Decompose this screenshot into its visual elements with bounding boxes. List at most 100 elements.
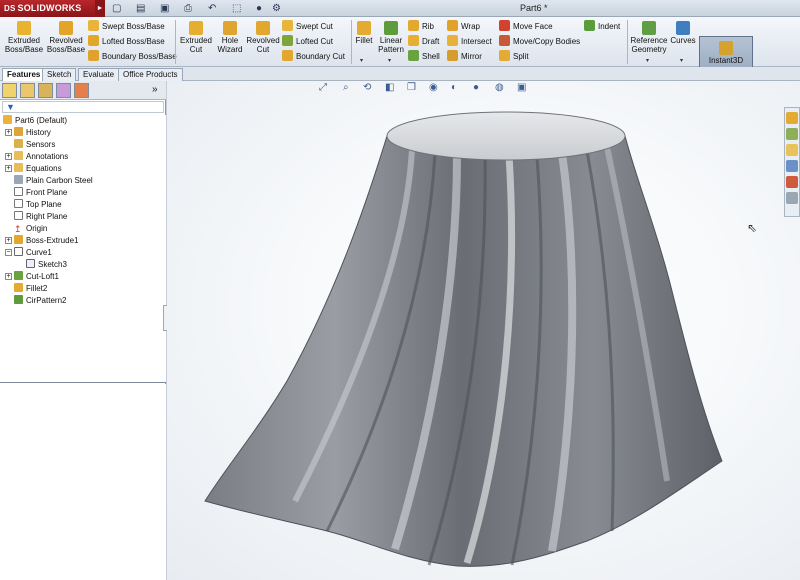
tree-item-boss-extrude1[interactable]: + Boss-Extrude1	[5, 235, 78, 247]
feature-manager-tab-icon[interactable]	[2, 83, 17, 98]
wrap-button[interactable]: Wrap	[447, 20, 480, 34]
document-title: Part6 *	[520, 3, 548, 13]
plane-icon	[14, 187, 23, 196]
title-bar: DS SOLIDWORKS ► ▢ ▤ ▣ ⎙ ↶ ⬚ ● ⚙ Part6 *	[0, 0, 800, 17]
fillet-button[interactable]: Fillet	[353, 19, 375, 45]
open-icon[interactable]: ▤	[136, 2, 145, 15]
tree-root[interactable]: Part6 (Default)	[3, 115, 67, 127]
draft-button[interactable]: Draft	[408, 35, 439, 49]
move-copy-bodies-button[interactable]: Move/Copy Bodies	[499, 35, 580, 49]
lofted-boss-icon	[88, 35, 99, 46]
configuration-manager-tab-icon[interactable]	[38, 83, 53, 98]
tree-item-right-plane[interactable]: Right Plane	[14, 211, 67, 223]
lofted-boss-button[interactable]: Lofted Boss/Base	[88, 35, 165, 49]
design-library-icon[interactable]	[786, 128, 798, 140]
move-face-icon	[499, 20, 510, 31]
intersect-button[interactable]: Intersect	[447, 35, 492, 49]
tab-features[interactable]: Features	[2, 68, 46, 81]
collapse-icon[interactable]: −	[5, 249, 12, 256]
curves-icon	[676, 21, 690, 35]
hole-wizard-button[interactable]: Hole Wizard	[214, 19, 246, 54]
tree-item-equations[interactable]: + Equations	[5, 163, 62, 175]
tab-evaluate[interactable]: Evaluate	[78, 68, 120, 81]
swept-boss-button[interactable]: Swept Boss/Base	[88, 20, 165, 34]
indent-button[interactable]: Indent	[584, 20, 620, 34]
curves-button[interactable]: Curves	[670, 19, 696, 45]
tree-item-history[interactable]: + History	[5, 127, 51, 139]
menu-arrow-icon[interactable]: ►	[95, 0, 105, 17]
boundary-cut-button[interactable]: Boundary Cut	[282, 50, 345, 64]
boundary-boss-button[interactable]: Boundary Boss/Base	[88, 50, 177, 64]
appearances-icon[interactable]	[786, 176, 798, 188]
annotations-icon	[14, 151, 23, 160]
linear-pattern-dropdown-icon[interactable]: ▾	[388, 57, 391, 64]
tree-item-cut-loft1[interactable]: + Cut-Loft1	[5, 271, 59, 283]
tab-sketch[interactable]: Sketch	[42, 68, 77, 81]
revolved-boss-button[interactable]: Revolved Boss/Base	[46, 19, 86, 54]
tree-item-material[interactable]: Plain Carbon Steel	[14, 175, 93, 187]
swept-cut-button[interactable]: Swept Cut	[282, 20, 333, 34]
save-icon[interactable]: ▣	[160, 2, 169, 15]
view-palette-icon[interactable]	[786, 160, 798, 172]
boundary-boss-icon	[88, 50, 99, 61]
reference-geometry-button[interactable]: Reference Geometry	[629, 19, 669, 54]
tree-item-annotations[interactable]: + Annotations	[5, 151, 68, 163]
revolved-cut-button[interactable]: Revolved Cut	[246, 19, 280, 54]
circular-pattern-icon	[14, 295, 23, 304]
hole-wizard-icon	[223, 21, 237, 35]
graphics-viewport[interactable]: ⤢ ⌕ ⟲ ◧ ❒ ◉ ◐ ● ◍ ▣ ⇖	[167, 81, 800, 580]
property-manager-tab-icon[interactable]	[20, 83, 35, 98]
expand-icon[interactable]: +	[5, 237, 12, 244]
expand-icon[interactable]: +	[5, 153, 12, 160]
tree-item-origin[interactable]: ↥ Origin	[14, 223, 47, 235]
swept-cut-icon	[282, 20, 293, 31]
tree-item-top-plane[interactable]: Top Plane	[14, 199, 62, 211]
twisted-part-body[interactable]	[204, 111, 723, 567]
tree-item-curve1[interactable]: − Curve1	[5, 247, 52, 259]
task-pane	[784, 107, 800, 217]
top-face[interactable]	[386, 111, 626, 161]
tree-item-cirpattern2[interactable]: CirPattern2	[14, 295, 66, 307]
tab-office-products[interactable]: Office Products	[118, 68, 183, 81]
revolved-boss-icon	[59, 21, 73, 35]
rebuild-icon[interactable]: ●	[256, 2, 262, 15]
tree-item-fillet2[interactable]: Fillet2	[14, 283, 47, 295]
custom-properties-icon[interactable]	[786, 192, 798, 204]
extruded-boss-button[interactable]: Extruded Boss/Base	[4, 19, 44, 54]
expand-icon[interactable]: +	[5, 129, 12, 136]
options-icon[interactable]: ⚙	[272, 2, 281, 15]
display-manager-tab-icon[interactable]	[74, 83, 89, 98]
solidworks-resources-icon[interactable]	[786, 112, 798, 124]
new-icon[interactable]: ▢	[112, 2, 121, 15]
curves-dropdown-icon[interactable]: ▾	[680, 57, 683, 64]
linear-pattern-button[interactable]: Linear Pattern	[376, 19, 406, 54]
rib-button[interactable]: Rib	[408, 20, 434, 34]
tree-item-sketch3[interactable]: Sketch3	[26, 259, 67, 271]
expand-panel-icon[interactable]: »	[152, 84, 158, 95]
wrap-icon	[447, 20, 458, 31]
extruded-boss-icon	[17, 21, 31, 35]
solidworks-logo[interactable]: DS SOLIDWORKS	[0, 0, 95, 17]
reference-geometry-dropdown-icon[interactable]: ▾	[646, 57, 649, 64]
undo-icon[interactable]: ↶	[208, 2, 216, 15]
tree-item-sensors[interactable]: Sensors	[14, 139, 55, 151]
curve-icon	[14, 247, 23, 256]
extruded-cut-button[interactable]: Extruded Cut	[178, 19, 214, 54]
expand-icon[interactable]: +	[5, 165, 12, 172]
fillet-icon	[14, 283, 23, 292]
mirror-button[interactable]: Mirror	[447, 50, 482, 64]
fillet-dropdown-icon[interactable]: ▾	[360, 57, 363, 64]
sketch-icon	[26, 259, 35, 268]
tree-filter-input[interactable]: ▼	[2, 101, 164, 113]
select-icon[interactable]: ⬚	[232, 2, 241, 15]
file-explorer-icon[interactable]	[786, 144, 798, 156]
lofted-cut-button[interactable]: Lofted Cut	[282, 35, 333, 49]
shell-button[interactable]: Shell	[408, 50, 440, 64]
tree-item-front-plane[interactable]: Front Plane	[14, 187, 67, 199]
split-button[interactable]: Split	[499, 50, 529, 64]
print-icon[interactable]: ⎙	[184, 2, 192, 15]
dimxpert-tab-icon[interactable]	[56, 83, 71, 98]
move-face-button[interactable]: Move Face	[499, 20, 553, 34]
origin-icon: ↥	[14, 224, 22, 234]
expand-icon[interactable]: +	[5, 273, 12, 280]
